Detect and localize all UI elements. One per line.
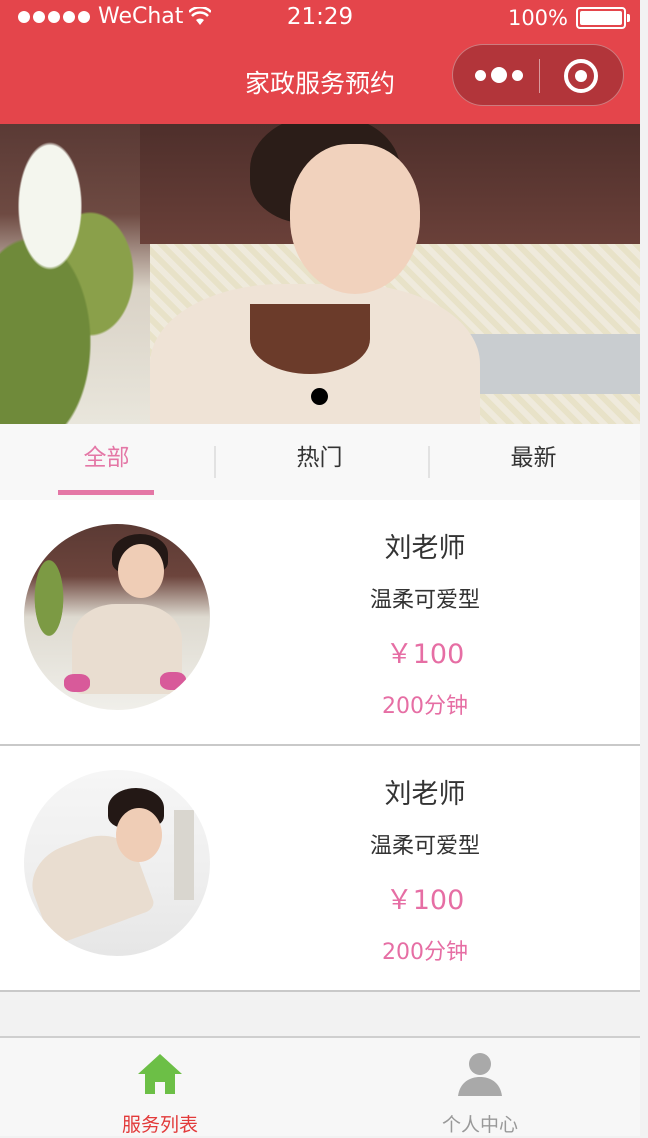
banner-flowers [0, 124, 170, 424]
avatar-face [118, 544, 164, 598]
list-item[interactable]: 刘老师 温柔可爱型 ￥100 200分钟 [0, 746, 640, 992]
filter-tabs: 全部 热门 最新 [0, 424, 640, 500]
banner-person-face [290, 144, 420, 294]
carousel-indicator[interactable] [311, 388, 328, 405]
tabbar-label: 服务列表 [121, 1114, 198, 1136]
tabbar-item-profile[interactable]: 个人中心 [320, 1038, 640, 1138]
tabbar-label: 个人中心 [441, 1114, 518, 1136]
avatar [24, 524, 210, 710]
service-price: ￥100 [385, 639, 465, 670]
service-name: 刘老师 [384, 533, 466, 564]
avatar-plant [24, 554, 74, 664]
list-item[interactable]: 刘老师 温柔可爱型 ￥100 200分钟 [0, 500, 640, 746]
user-icon [458, 1053, 502, 1096]
status-bar: WeChat 21:29 100% [0, 0, 640, 36]
bottom-tab-bar: 服务列表 个人中心 [0, 1036, 640, 1136]
tabbar-item-service-list[interactable]: 服务列表 [0, 1038, 320, 1138]
active-tab-indicator [58, 490, 154, 495]
home-icon [138, 1054, 182, 1094]
more-icon[interactable] [475, 67, 523, 83]
service-price: ￥100 [385, 885, 465, 916]
service-type: 温柔可爱型 [369, 834, 480, 859]
tab-latest[interactable]: 最新 [427, 424, 640, 500]
edge-strip [640, 0, 648, 1136]
avatar-glove [160, 672, 186, 690]
service-type: 温柔可爱型 [369, 588, 480, 613]
service-duration: 200分钟 [382, 694, 468, 719]
service-duration: 200分钟 [382, 940, 468, 965]
avatar-wall [174, 810, 194, 900]
banner-carousel[interactable] [0, 124, 640, 424]
close-icon[interactable] [564, 59, 598, 93]
service-name: 刘老师 [384, 779, 466, 810]
battery-info: 100% [507, 6, 630, 30]
banner-person-collar [250, 304, 370, 374]
avatar-face [116, 808, 162, 862]
avatar-glove [64, 674, 90, 692]
battery-icon [576, 7, 630, 29]
capsule-divider [539, 59, 540, 93]
avatar [24, 770, 210, 956]
tab-hot[interactable]: 热门 [213, 424, 426, 500]
mini-program-capsule [452, 44, 624, 106]
nav-bar: 家政服务预约 [0, 36, 640, 124]
battery-percent: 100% [507, 6, 568, 30]
tab-all[interactable]: 全部 [0, 424, 213, 500]
